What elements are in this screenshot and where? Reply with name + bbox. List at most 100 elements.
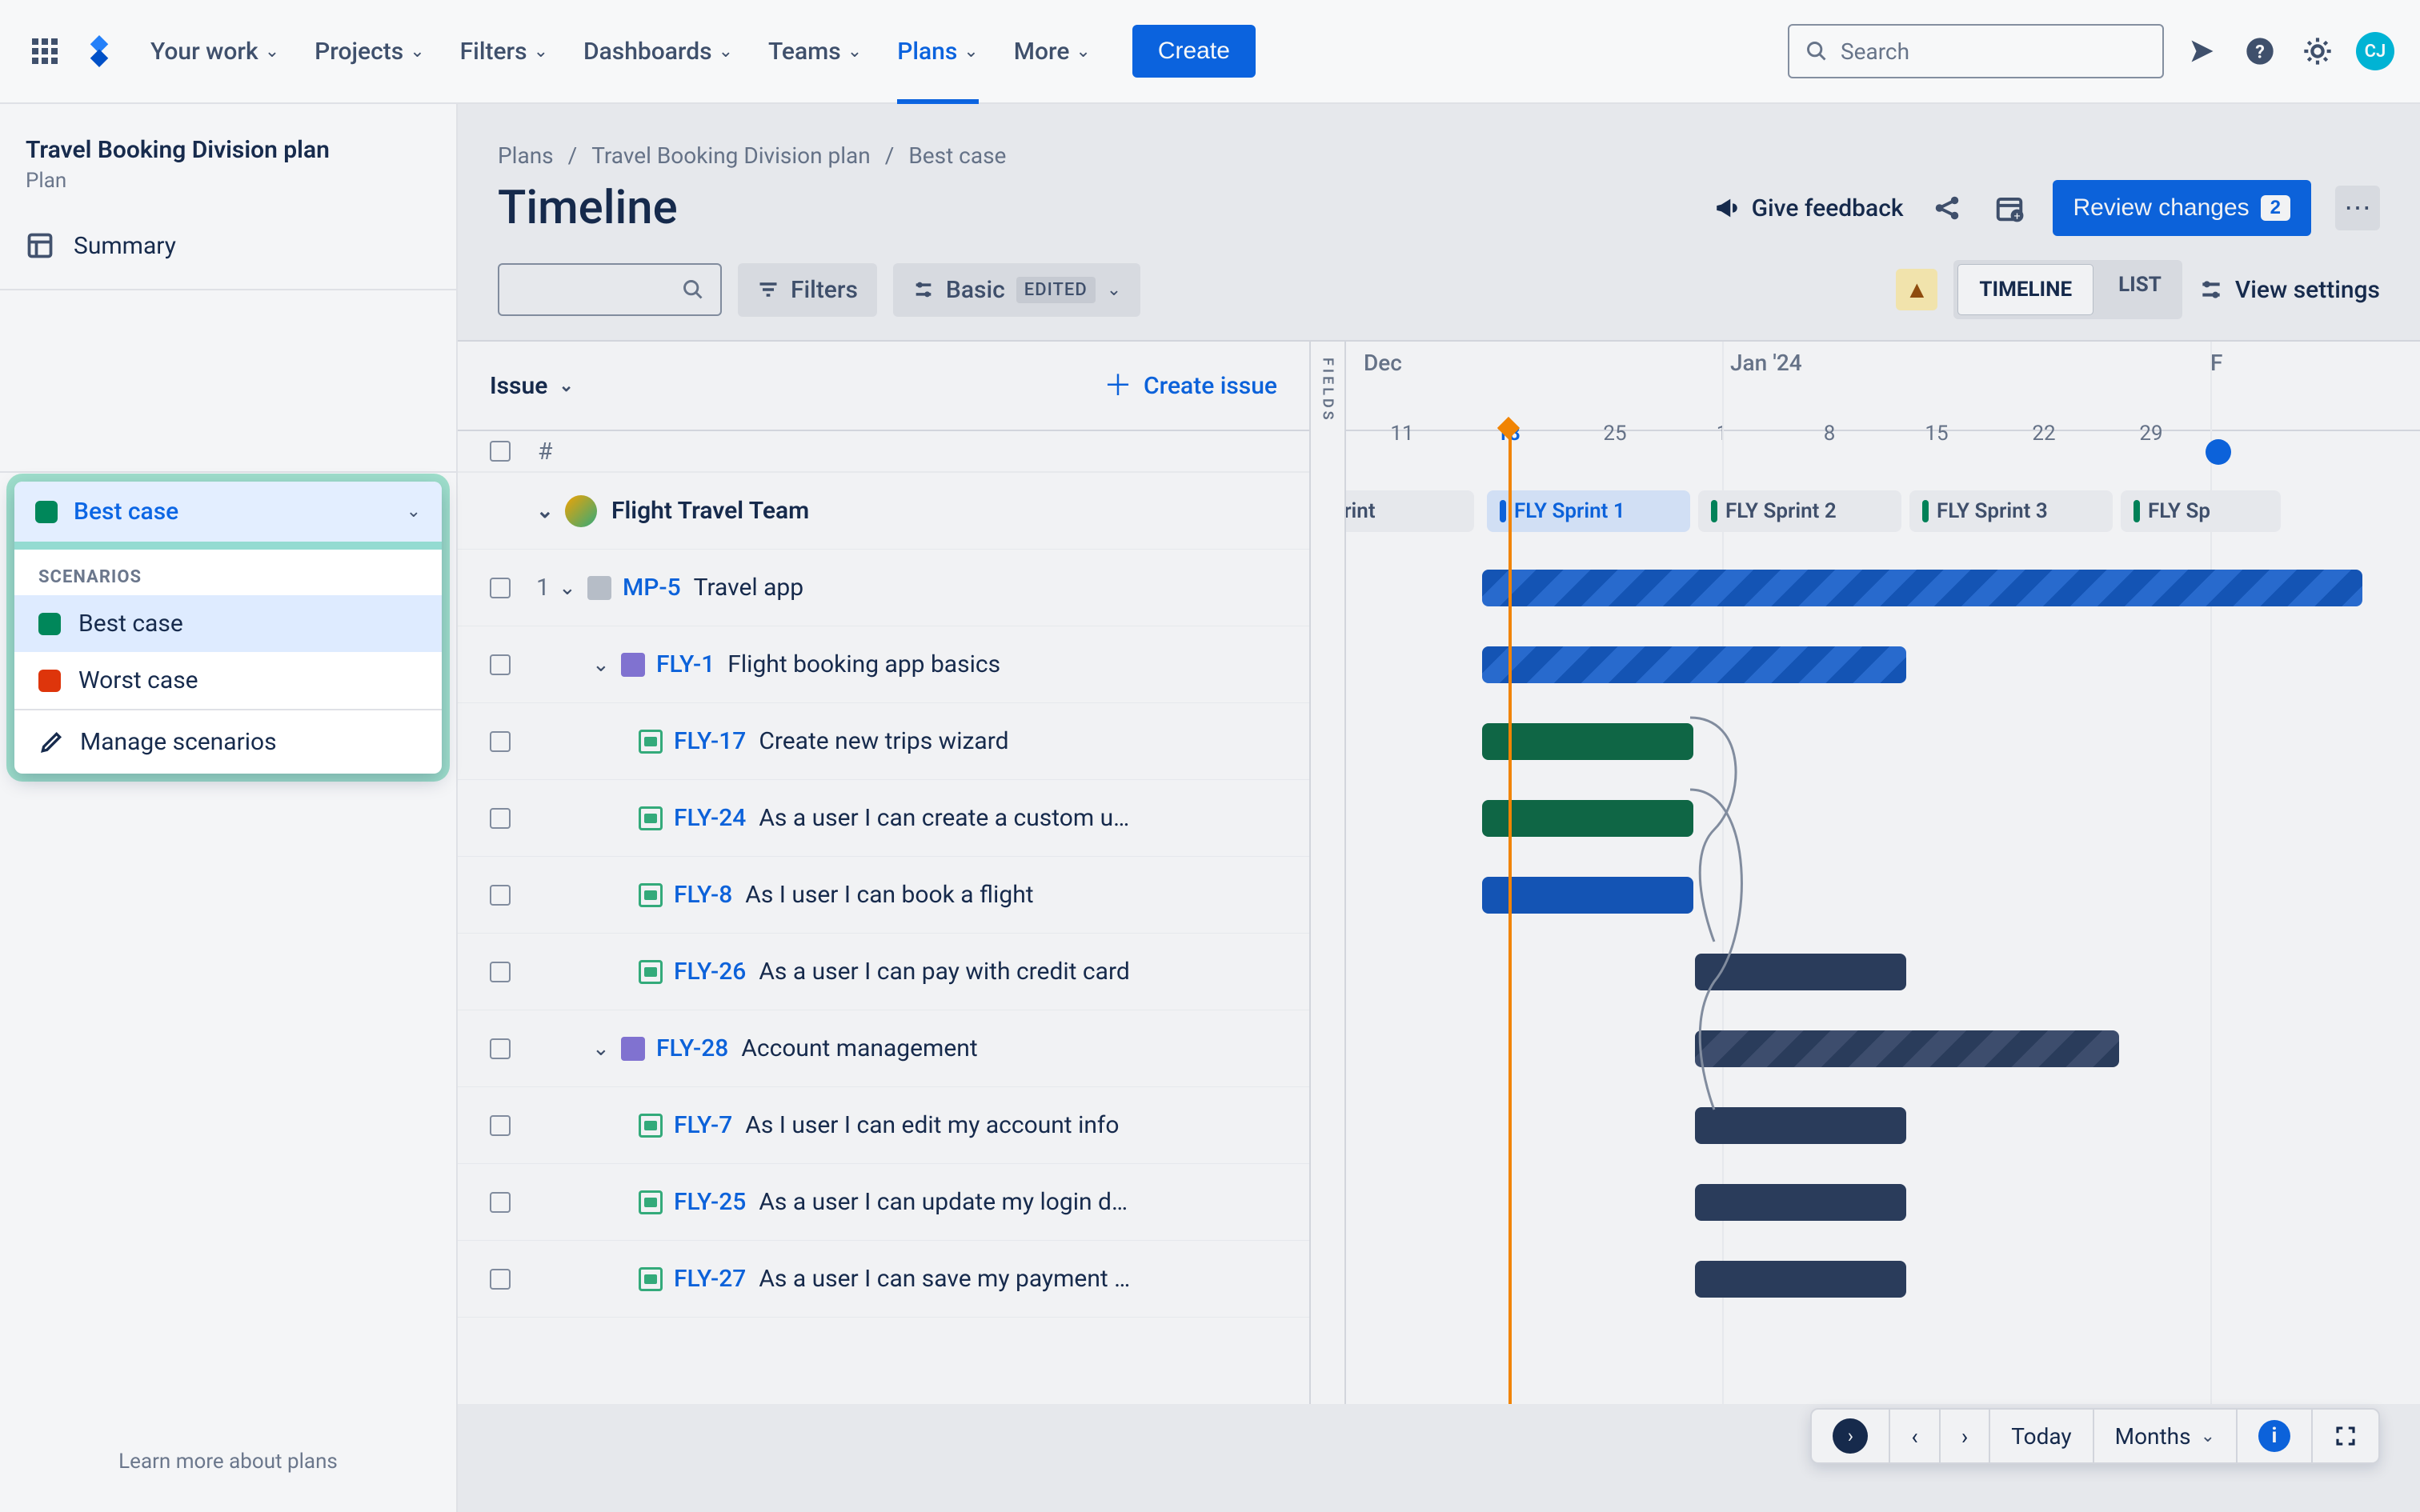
issue-row[interactable]: FLY-24 As a user I can create a custom u…	[458, 780, 1309, 857]
sprint-pill[interactable]: FLY Sprint 1	[1487, 490, 1690, 532]
row-checkbox[interactable]	[490, 731, 511, 752]
issue-key[interactable]: FLY-26	[674, 958, 746, 986]
nav-dashboards[interactable]: Dashboards⌄	[567, 0, 749, 102]
row-checkbox[interactable]	[490, 962, 511, 982]
row-checkbox[interactable]	[490, 654, 511, 675]
sprint-pill[interactable]: t sprint	[1346, 490, 1474, 532]
row-checkbox[interactable]	[490, 1192, 511, 1213]
row-checkbox[interactable]	[490, 578, 511, 598]
create-button[interactable]: Create	[1132, 25, 1256, 78]
breadcrumb-item[interactable]: Travel Booking Division plan	[591, 142, 871, 169]
issue-key[interactable]: FLY-7	[674, 1111, 732, 1139]
row-checkbox[interactable]	[490, 1038, 511, 1059]
today-button[interactable]: Today	[1990, 1410, 2093, 1462]
user-avatar[interactable]: CJ	[2356, 32, 2394, 70]
view-mode-basic[interactable]: Basic EDITED ⌄	[893, 263, 1140, 317]
gantt-bar[interactable]	[1695, 1261, 1906, 1298]
fields-rail[interactable]: FIELDS	[1311, 342, 1346, 1404]
info-button[interactable]: i	[2238, 1410, 2313, 1462]
issue-key[interactable]: FLY-24	[674, 804, 746, 832]
view-switch-timeline[interactable]: TIMELINE	[1958, 265, 2093, 314]
review-changes-count: 2	[2261, 195, 2290, 221]
manage-scenarios-link[interactable]: Manage scenarios	[14, 710, 442, 774]
nav-your-work[interactable]: Your work⌄	[134, 0, 295, 102]
settings-icon[interactable]	[2298, 32, 2337, 70]
divider	[0, 471, 456, 473]
issue-row[interactable]: 1 ⌄ MP-5 Travel app	[458, 550, 1309, 626]
app-switcher-icon[interactable]	[26, 32, 64, 70]
auto-schedule-icon[interactable]: +	[1990, 189, 2029, 227]
nav-projects[interactable]: Projects⌄	[298, 0, 441, 102]
row-checkbox[interactable]	[490, 1269, 511, 1290]
expand-caret-icon[interactable]: ⌄	[592, 653, 621, 677]
filters-button[interactable]: Filters	[738, 263, 877, 317]
nav-plans[interactable]: Plans⌄	[881, 0, 995, 102]
create-issue-button[interactable]: ＋ Create issue	[1104, 372, 1277, 400]
fullscreen-button[interactable]	[2313, 1410, 2378, 1462]
scroll-next-button[interactable]: ›	[1941, 1410, 1990, 1462]
issue-row[interactable]: FLY-8 As I user I can book a flight	[458, 857, 1309, 934]
milestone-icon[interactable]	[2206, 439, 2231, 465]
learn-more-link[interactable]: Learn more about plans	[0, 1450, 456, 1474]
issue-row[interactable]: FLY-17 Create new trips wizard	[458, 703, 1309, 780]
row-checkbox[interactable]	[490, 885, 511, 906]
gantt-bar[interactable]	[1482, 646, 1906, 683]
nav-more[interactable]: More⌄	[998, 0, 1107, 102]
row-index: 1	[536, 574, 559, 602]
view-switch[interactable]: TIMELINE LIST	[1953, 260, 2182, 319]
expand-caret-icon[interactable]: ⌄	[592, 1037, 621, 1061]
issue-key[interactable]: FLY-17	[674, 727, 746, 755]
issue-row[interactable]: FLY-7 As I user I can edit my account in…	[458, 1087, 1309, 1164]
warning-icon[interactable]: ▲	[1896, 269, 1937, 310]
breadcrumb-item[interactable]: Best case	[908, 142, 1006, 169]
scroll-prev-button[interactable]: ‹	[1890, 1410, 1940, 1462]
issue-key[interactable]: FLY-1	[656, 650, 715, 678]
expand-caret-icon[interactable]: ⌄	[559, 576, 587, 600]
row-checkbox[interactable]	[490, 1115, 511, 1136]
issue-key[interactable]: FLY-25	[674, 1188, 746, 1216]
scenario-toggle[interactable]: Best case ⌄	[14, 482, 442, 550]
issue-key[interactable]: FLY-8	[674, 881, 732, 909]
story-type-icon	[639, 730, 663, 754]
issue-column-header[interactable]: Issue	[490, 372, 547, 400]
team-row[interactable]: ⌄ Flight Travel Team	[458, 473, 1309, 550]
share-icon[interactable]	[1928, 189, 1966, 227]
sprint-pill[interactable]: FLY Sprint 3	[1909, 490, 2113, 532]
view-switch-list[interactable]: LIST	[2097, 260, 2182, 319]
issue-row[interactable]: FLY-27 As a user I can save my payment …	[458, 1241, 1309, 1318]
gantt-chart[interactable]: DecJan '24F 11182518152229 t sprintFLY S…	[1346, 342, 2420, 1404]
more-actions-button[interactable]: ⋯	[2335, 186, 2380, 230]
issue-row[interactable]: ⌄ FLY-28 Account management	[458, 1010, 1309, 1087]
gantt-bar[interactable]	[1695, 1184, 1906, 1221]
row-checkbox[interactable]	[490, 808, 511, 829]
issue-row[interactable]: FLY-26 As a user I can pay with credit c…	[458, 934, 1309, 1010]
jira-logo-icon[interactable]	[80, 32, 118, 70]
select-all-checkbox[interactable]	[490, 441, 511, 462]
scenario-option-worst[interactable]: Worst case	[14, 652, 442, 709]
story-type-icon	[639, 806, 663, 830]
breadcrumb-item[interactable]: Plans	[498, 142, 554, 169]
view-settings-button[interactable]: View settings	[2198, 276, 2380, 304]
scroll-start-button[interactable]: ›	[1812, 1410, 1890, 1462]
gantt-bar[interactable]	[1482, 570, 2362, 606]
issue-row[interactable]: FLY-25 As a user I can update my login d…	[458, 1164, 1309, 1241]
scenario-option-best[interactable]: Best case	[14, 595, 442, 652]
issue-row[interactable]: ⌄ FLY-1 Flight booking app basics	[458, 626, 1309, 703]
issue-key[interactable]: FLY-28	[656, 1034, 728, 1062]
timeline-search[interactable]	[498, 263, 722, 316]
story-type-icon	[639, 1267, 663, 1291]
nav-teams[interactable]: Teams⌄	[752, 0, 878, 102]
sprint-pill[interactable]: FLY Sp	[2121, 490, 2281, 532]
nav-filters[interactable]: Filters⌄	[444, 0, 564, 102]
sprint-pill[interactable]: FLY Sprint 2	[1698, 490, 1901, 532]
notifications-icon[interactable]	[2183, 32, 2222, 70]
review-changes-button[interactable]: Review changes 2	[2053, 180, 2311, 236]
sidebar-summary[interactable]: Summary	[26, 217, 431, 274]
expand-caret-icon[interactable]: ⌄	[536, 499, 565, 523]
zoom-unit-select[interactable]: Months⌄	[2094, 1410, 2238, 1462]
global-search[interactable]: Search	[1788, 24, 2164, 78]
issue-key[interactable]: MP-5	[623, 574, 681, 602]
help-icon[interactable]: ?	[2241, 32, 2279, 70]
give-feedback-button[interactable]: Give feedback	[1713, 194, 1904, 222]
issue-key[interactable]: FLY-27	[674, 1265, 746, 1293]
